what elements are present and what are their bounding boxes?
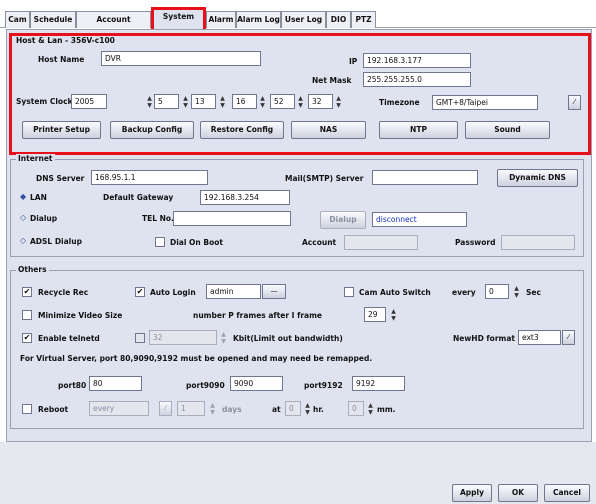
newhd-format-label: NewHD format xyxy=(453,334,515,343)
default-gateway-label: Default Gateway xyxy=(103,193,174,202)
p-frames-input[interactable]: 29 xyxy=(364,307,386,322)
bandwidth-spinner-icon[interactable]: ▲ ▼ xyxy=(219,331,228,345)
tab-schedule[interactable]: Schedule xyxy=(30,11,76,28)
p-frames-label: number P frames after I frame xyxy=(193,311,322,320)
auto-login-dropdown-icon[interactable]: — xyxy=(262,284,286,299)
bandwidth-kbit-input[interactable]: 32 xyxy=(149,330,217,345)
tab-user-log[interactable]: User Log xyxy=(281,11,326,28)
reboot-frequency-dropdown-icon[interactable]: ⁄ xyxy=(159,401,172,416)
minimize-video-label: Minimize Video Size xyxy=(38,311,123,320)
minimize-video-checkbox[interactable] xyxy=(22,310,32,320)
tab-alarm[interactable]: Alarm xyxy=(206,11,236,28)
auto-switch-seconds-input[interactable]: 0 xyxy=(485,284,509,299)
tab-system[interactable]: System xyxy=(151,7,206,29)
at-label: at xyxy=(272,405,281,414)
tab-account[interactable]: Account xyxy=(76,11,151,28)
adsl-dialup-label: ADSL Dialup xyxy=(30,237,82,246)
recycle-rec-label: Recycle Rec xyxy=(38,288,89,297)
reboot-minute-input[interactable]: 0 xyxy=(348,401,364,416)
smtp-server-label: Mail(SMTP) Server xyxy=(285,174,364,183)
tab-bar: Cam Schedule Account System Alarm Alarm … xyxy=(0,0,596,29)
reboot-frequency-select[interactable]: every xyxy=(89,401,149,416)
others-group-label: Others xyxy=(16,265,49,275)
port9192-label: port9192 xyxy=(304,381,343,390)
port9090-label: port9090 xyxy=(186,381,225,390)
dns-server-label: DNS Server xyxy=(36,174,85,183)
reboot-days-input[interactable]: 1 xyxy=(177,401,205,416)
account-input[interactable] xyxy=(344,235,418,250)
ok-button[interactable]: OK xyxy=(498,484,538,502)
sec-label: Sec xyxy=(526,288,541,297)
reboot-minute-spinner-icon[interactable]: ▲ ▼ xyxy=(366,402,375,416)
p-frames-spinner-icon[interactable]: ▲ ▼ xyxy=(389,308,398,322)
tel-no-input[interactable] xyxy=(173,211,291,226)
cam-auto-switch-checkbox[interactable] xyxy=(344,287,354,297)
tab-cam[interactable]: Cam xyxy=(5,11,30,28)
reboot-checkbox[interactable] xyxy=(22,404,32,414)
tab-dio[interactable]: DIO xyxy=(326,11,351,28)
auto-login-user-select[interactable]: admin xyxy=(206,284,261,299)
cam-auto-switch-label: Cam Auto Switch xyxy=(359,288,431,297)
days-label: days xyxy=(222,405,242,414)
mm-label: mm. xyxy=(377,405,396,414)
reboot-label: Reboot xyxy=(38,405,69,414)
highlight-frame xyxy=(9,33,591,155)
password-label: Password xyxy=(455,238,496,247)
reboot-hour-input[interactable]: 0 xyxy=(285,401,301,416)
reboot-hour-spinner-icon[interactable]: ▲ ▼ xyxy=(303,402,312,416)
tab-ptz[interactable]: PTZ xyxy=(351,11,376,28)
lan-label: LAN xyxy=(30,193,47,202)
tab-alarm-log[interactable]: Alarm Log xyxy=(236,11,281,28)
recycle-rec-checkbox[interactable]: ✔ xyxy=(22,287,32,297)
kbit-limit-label: Kbit(Limit out bandwidth) xyxy=(233,334,343,343)
adsl-radio[interactable]: ◇ xyxy=(20,236,26,246)
virtual-server-note: For Virtual Server, port 80,9090,9192 mu… xyxy=(20,354,373,363)
connection-status-field: disconnect xyxy=(372,212,467,227)
port9192-input[interactable]: 9192 xyxy=(352,376,405,391)
enable-telnetd-label: Enable telnetd xyxy=(38,334,100,343)
tel-no-label: TEL No. xyxy=(142,214,174,223)
auto-login-label: Auto Login xyxy=(150,288,196,297)
hr-label: hr. xyxy=(313,405,324,414)
newhd-format-select[interactable]: ext3 xyxy=(518,330,561,345)
port80-label: port80 xyxy=(58,381,87,390)
every-label: every xyxy=(452,288,476,297)
dial-on-boot-checkbox[interactable] xyxy=(155,237,165,247)
enable-telnetd-checkbox[interactable]: ✔ xyxy=(22,333,32,343)
bandwidth-limit-checkbox[interactable] xyxy=(135,333,145,343)
dialup-radio[interactable]: ◇ xyxy=(20,213,26,223)
dialup-label: Dialup xyxy=(30,214,58,223)
internet-group-label: Internet xyxy=(16,154,55,164)
auto-login-checkbox[interactable]: ✔ xyxy=(135,287,145,297)
password-input[interactable] xyxy=(501,235,575,250)
lan-radio[interactable]: ◆ xyxy=(20,192,26,202)
default-gateway-input[interactable]: 192.168.3.254 xyxy=(200,190,290,205)
port9090-input[interactable]: 9090 xyxy=(230,376,283,391)
account-label: Account xyxy=(302,238,337,247)
reboot-days-spinner-icon[interactable]: ▲ ▼ xyxy=(208,402,217,416)
smtp-server-input[interactable] xyxy=(372,170,478,185)
dial-on-boot-label: Dial On Boot xyxy=(170,238,223,247)
dns-server-input[interactable]: 168.95.1.1 xyxy=(91,170,208,185)
dialup-button[interactable]: Dialup xyxy=(320,211,366,229)
apply-button[interactable]: Apply xyxy=(452,484,492,502)
dynamic-dns-button[interactable]: Dynamic DNS xyxy=(497,169,578,187)
auto-switch-spinner-icon[interactable]: ▲ ▼ xyxy=(512,285,521,299)
cancel-button[interactable]: Cancel xyxy=(544,484,590,502)
newhd-dropdown-icon[interactable]: ⁄ xyxy=(562,330,575,345)
port80-input[interactable]: 80 xyxy=(89,376,142,391)
